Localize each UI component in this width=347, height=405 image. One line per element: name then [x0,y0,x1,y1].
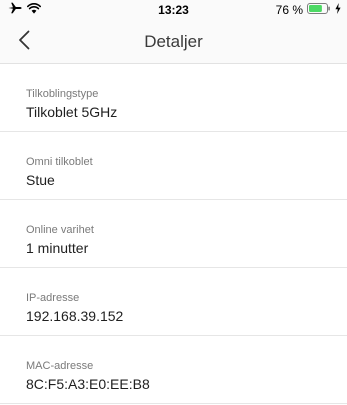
details-screen: 13:23 76 % Detaljer Tilkoblingstype Tilk… [0,0,347,405]
detail-ip-address: IP-adresse 192.168.39.152 [0,268,347,336]
detail-value: 8C:F5:A3:E0:EE:B8 [26,376,150,392]
detail-value: 1 minutter [26,240,89,256]
detail-mac-address: MAC-adresse 8C:F5:A3:E0:EE:B8 [0,336,347,404]
detail-label: Online varihet [26,224,94,236]
battery-icon [307,1,331,19]
detail-connection-type: Tilkoblingstype Tilkoblet 5GHz [0,64,347,132]
detail-label: MAC-adresse [26,360,94,372]
detail-label: Tilkoblingstype [26,88,99,100]
detail-omni-connected: Omni tilkoblet Stue [0,132,347,200]
battery-fill [309,5,322,12]
detail-label: IP-adresse [26,292,80,304]
status-right-icons: 76 % [276,3,341,17]
detail-value: 192.168.39.152 [26,308,124,324]
charging-bolt-icon [335,1,341,19]
detail-value: Stue [26,172,55,188]
navigation-bar: Detaljer [0,20,347,64]
detail-value: Tilkoblet 5GHz [26,104,118,120]
page-title: Detaljer [144,32,203,51]
battery-percentage: 76 % [275,3,303,17]
detail-label: Omni tilkoblet [26,156,93,168]
detail-online-duration: Online varihet 1 minutter [0,200,347,268]
status-bar: 13:23 76 % [0,0,347,20]
details-list: Tilkoblingstype Tilkoblet 5GHz Omni tilk… [0,64,347,404]
